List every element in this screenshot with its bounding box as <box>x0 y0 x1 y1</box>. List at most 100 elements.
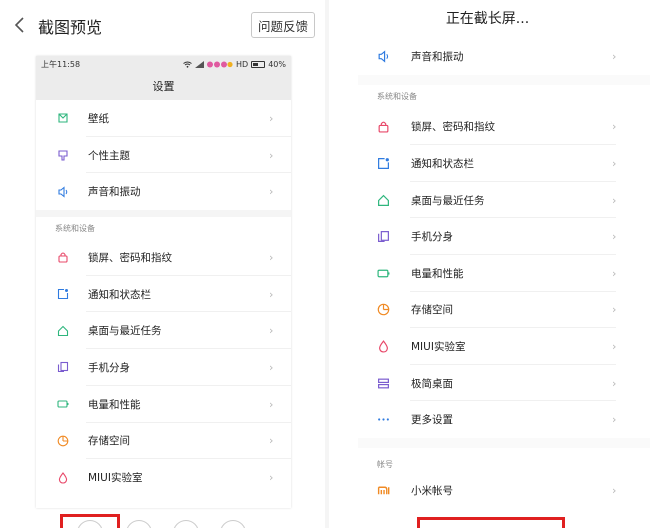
settings-item-storage[interactable]: 存储空间 › <box>358 292 650 329</box>
settings-item-label: 桌面与最近任务 <box>88 325 162 338</box>
battery-icon <box>377 267 390 280</box>
chevron-right-icon: › <box>269 111 274 125</box>
settings-item-label: 锁屏、密码和指纹 <box>88 251 172 264</box>
long-screenshot-panel: 正在截长屏... 声音和振动 › 系统和设备 锁屏、密码和指纹 › 通知和状态栏… <box>325 0 650 528</box>
sound-icon <box>57 186 69 198</box>
settings-item-more[interactable]: 更多设置 › <box>358 401 650 438</box>
section-label: 系统和设备 <box>377 92 417 102</box>
chevron-right-icon: › <box>269 148 274 162</box>
chevron-right-icon: › <box>612 483 617 497</box>
lab-icon <box>377 340 390 353</box>
settings-item-label: MIUI实验室 <box>88 472 143 485</box>
settings-item-label: 更多设置 <box>411 414 453 427</box>
settings-item-label: 通知和状态栏 <box>88 288 151 301</box>
settings-item-label: 电量和性能 <box>88 398 141 411</box>
settings-item-label: 存储空间 <box>411 304 453 317</box>
settings-item-mi-account[interactable]: 小米帐号 › <box>358 472 650 509</box>
lock-icon <box>57 251 69 263</box>
settings-item-lock[interactable]: 锁屏、密码和指纹 › <box>358 109 650 146</box>
screenshot-preview-image[interactable]: 上午11:58 HD 40% 设置 壁纸 › 个性主题 › 声音和振动 › 系统… <box>36 56 291 508</box>
theme-icon <box>57 149 69 161</box>
more-icon <box>377 413 390 426</box>
status-indicators: HD 40% <box>183 60 286 69</box>
edit-tool-button[interactable] <box>220 520 246 528</box>
screenshot-thumbnails <box>60 514 320 528</box>
settings-item-home: 桌面与最近任务 › <box>36 312 291 350</box>
chevron-right-icon: › <box>612 193 617 207</box>
lab-icon <box>57 471 69 484</box>
settings-item-label: 手机分身 <box>411 231 453 244</box>
storage-icon <box>377 303 390 316</box>
settings-item-battery: 电量和性能 › <box>36 386 291 423</box>
settings-item-label: MIUI实验室 <box>411 340 466 353</box>
app-notification-icons <box>207 61 233 67</box>
settings-item-sound[interactable]: 声音和振动 › <box>358 38 650 75</box>
settings-item-notification[interactable]: 通知和状态栏 › <box>358 145 650 182</box>
settings-item-label: 通知和状态栏 <box>411 157 474 170</box>
settings-item-simple-home[interactable]: 极简桌面 › <box>358 365 650 402</box>
chevron-right-icon: › <box>612 49 617 63</box>
simple-home-icon <box>377 377 390 390</box>
chevron-right-icon: › <box>269 250 274 264</box>
feedback-button[interactable]: 问题反馈 <box>251 12 315 38</box>
settings-title: 设置 <box>36 72 291 100</box>
signal-icon <box>195 60 205 68</box>
settings-item-label: 锁屏、密码和指纹 <box>411 121 495 134</box>
settings-item-clone[interactable]: 手机分身 › <box>358 218 650 255</box>
settings-item-lab[interactable]: MIUI实验室 › <box>358 328 650 365</box>
status-time: 上午11:58 <box>41 59 81 69</box>
settings-item-home[interactable]: 桌面与最近任务 › <box>358 182 650 219</box>
chevron-right-icon: › <box>612 156 617 170</box>
clone-icon <box>57 361 69 373</box>
settings-item-theme: 个性主题 › <box>36 137 291 174</box>
settings-item-label: 小米帐号 <box>411 484 453 497</box>
settings-item-battery[interactable]: 电量和性能 › <box>358 255 650 292</box>
chevron-left-icon <box>14 17 24 33</box>
settings-list: 声音和振动 › 系统和设备 锁屏、密码和指纹 › 通知和状态栏 › 桌面与最近任… <box>358 38 650 509</box>
lock-icon <box>377 120 390 133</box>
mi-icon <box>377 484 390 497</box>
chevron-right-icon: › <box>612 413 617 427</box>
sound-icon <box>377 50 390 63</box>
edit-tool-button[interactable] <box>173 520 199 528</box>
storage-icon <box>57 435 69 447</box>
section-gap <box>36 210 291 218</box>
settings-item-label: 电量和性能 <box>411 267 464 280</box>
chevron-right-icon: › <box>269 397 274 411</box>
status-bar: 上午11:58 HD 40% <box>36 56 291 72</box>
settings-item-wallpaper: 壁纸 › <box>36 100 291 137</box>
account-section-label: 帐号 <box>377 459 393 469</box>
chevron-right-icon: › <box>612 266 617 280</box>
chevron-right-icon: › <box>269 324 274 338</box>
network-type: HD <box>236 59 249 69</box>
chevron-right-icon: › <box>269 434 274 448</box>
section-gap <box>358 74 650 85</box>
chevron-right-icon: › <box>269 360 274 374</box>
clone-icon <box>377 230 390 243</box>
chevron-right-icon: › <box>269 471 274 485</box>
wifi-icon <box>183 61 192 68</box>
chevron-right-icon: › <box>612 376 617 390</box>
settings-item-label: 声音和振动 <box>411 50 464 63</box>
capture-status-title: 正在截长屏... <box>445 11 530 27</box>
settings-item-label: 桌面与最近任务 <box>411 194 485 207</box>
chevron-right-icon: › <box>612 120 617 134</box>
settings-item-label: 手机分身 <box>88 361 130 374</box>
settings-item-sound: 声音和振动 › <box>36 173 291 210</box>
settings-item-lab: MIUI实验室 › <box>36 459 291 496</box>
chevron-right-icon: › <box>612 230 617 244</box>
settings-item-label: 个性主题 <box>88 149 130 162</box>
settings-item-clone: 手机分身 › <box>36 349 291 386</box>
notification-icon <box>57 288 69 300</box>
settings-item-label: 极简桌面 <box>411 377 453 390</box>
section-gap <box>358 437 650 448</box>
chevron-right-icon: › <box>269 185 274 199</box>
settings-item-label: 壁纸 <box>88 112 109 125</box>
home-icon <box>377 194 390 207</box>
home-icon <box>57 325 69 337</box>
edit-tool-button[interactable] <box>126 520 152 528</box>
preview-header: 截图预览 问题反馈 <box>0 0 325 50</box>
chevron-right-icon: › <box>269 287 274 301</box>
back-button[interactable] <box>10 14 30 36</box>
stop-capture-button-highlight[interactable] <box>417 517 565 528</box>
